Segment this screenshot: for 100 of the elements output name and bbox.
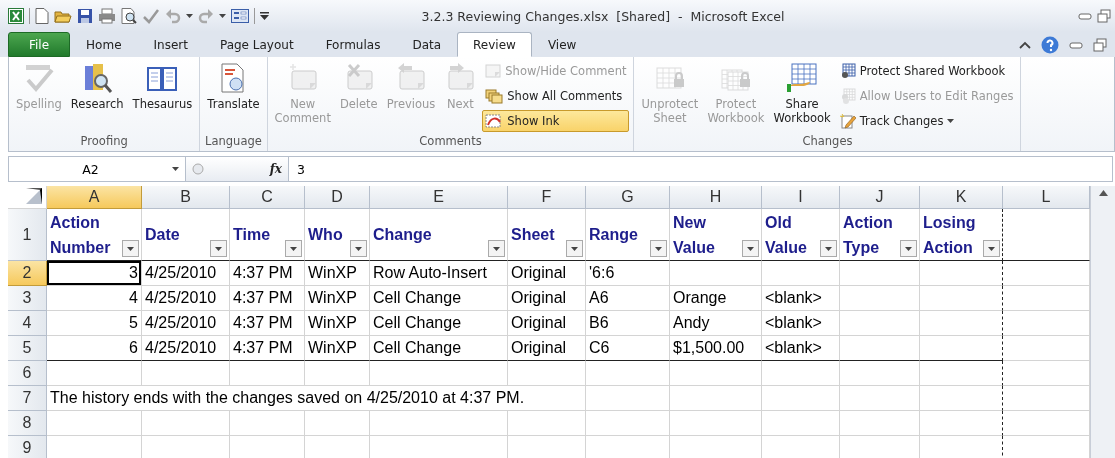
- table-cell: 3: [47, 261, 142, 286]
- row-header[interactable]: 2: [8, 261, 47, 286]
- row-header[interactable]: 8: [8, 411, 47, 436]
- column-header[interactable]: C: [230, 186, 305, 209]
- column-header[interactable]: K: [920, 186, 1003, 209]
- column-title: Change: [373, 225, 432, 245]
- column-header[interactable]: E: [370, 186, 508, 209]
- table-cell: Cell Change: [370, 311, 508, 336]
- new-page-icon[interactable]: [35, 8, 49, 24]
- ink-icon: [485, 113, 504, 129]
- table-cell: 6: [47, 336, 142, 361]
- grid-lock-icon: [839, 63, 856, 79]
- caret-icon: [215, 246, 222, 251]
- row-header[interactable]: 5: [8, 336, 47, 361]
- filter-button[interactable]: [900, 240, 917, 257]
- column-header[interactable]: A: [47, 186, 142, 209]
- form-icon[interactable]: [231, 9, 249, 23]
- table-cell: [305, 411, 370, 436]
- restore-icon[interactable]: [1093, 37, 1107, 52]
- row-header[interactable]: 6: [8, 361, 47, 386]
- ribbon-tab[interactable]: Data: [396, 32, 458, 57]
- table-cell: 4/25/2010: [142, 311, 230, 336]
- table-cell: WinXP: [305, 286, 370, 311]
- table-cell: 5: [47, 311, 142, 336]
- printer-icon[interactable]: [98, 8, 116, 24]
- grid-hand-icon: [786, 62, 819, 94]
- restore-icon[interactable]: [1097, 9, 1111, 23]
- print-preview-icon[interactable]: [121, 8, 137, 24]
- ribbon-tab[interactable]: Home: [70, 32, 138, 57]
- column-header[interactable]: H: [670, 186, 762, 209]
- ribbon-button[interactable]: Thesaurus: [129, 60, 196, 113]
- column-header[interactable]: J: [840, 186, 920, 209]
- check-icon[interactable]: [142, 8, 160, 24]
- table-cell: <blank>: [762, 286, 840, 311]
- column-header[interactable]: B: [142, 186, 230, 209]
- column-header[interactable]: G: [586, 186, 670, 209]
- ribbon-tab[interactable]: Insert: [137, 32, 204, 57]
- caret-icon: [988, 246, 995, 251]
- filter-button[interactable]: [820, 240, 837, 257]
- row-header[interactable]: 9: [8, 436, 47, 458]
- column-title: Range: [589, 225, 638, 245]
- column-header[interactable]: L: [1003, 186, 1090, 209]
- filter-button[interactable]: [488, 240, 505, 257]
- table-cell: 4/25/2010: [142, 261, 230, 286]
- row-header[interactable]: 3: [8, 286, 47, 311]
- ribbon-tab[interactable]: Formulas: [309, 32, 397, 57]
- ribbon-button[interactable]: Share Workbook: [770, 60, 834, 127]
- customize-caret-icon[interactable]: [260, 12, 269, 20]
- caret-icon: [355, 246, 362, 251]
- save-icon[interactable]: [77, 8, 93, 24]
- table-cell: B6: [586, 311, 670, 336]
- spreadsheet-app-icon[interactable]: [8, 8, 24, 24]
- caret-icon: [290, 246, 297, 251]
- table-cell: $1,500.00: [670, 336, 762, 361]
- table-cell: <blank>: [762, 336, 840, 361]
- caret-icon[interactable]: [219, 14, 226, 18]
- filter-button[interactable]: [566, 240, 583, 257]
- filter-button[interactable]: [210, 240, 227, 257]
- row-header[interactable]: 4: [8, 311, 47, 336]
- table-cell: Orange: [670, 286, 762, 311]
- table-cell: Original: [508, 336, 586, 361]
- caret-icon[interactable]: [186, 14, 193, 18]
- table-cell: '6:6: [586, 261, 670, 286]
- ribbon-tab[interactable]: View: [531, 32, 593, 57]
- filter-button[interactable]: [350, 240, 367, 257]
- table-cell: Original: [508, 261, 586, 286]
- collapse-ribbon-icon[interactable]: [1019, 40, 1031, 49]
- column-title: Sheet: [511, 225, 555, 245]
- caret-icon: [127, 246, 134, 251]
- ribbon-tab[interactable]: Page Layout: [203, 32, 310, 57]
- ribbon-button[interactable]: Research: [67, 60, 127, 113]
- column-header[interactable]: I: [762, 186, 840, 209]
- ribbon-button[interactable]: Translate: [204, 60, 263, 113]
- ribbon-button[interactable]: Track Changes: [836, 110, 1017, 132]
- minimize-icon[interactable]: [1069, 39, 1083, 50]
- caret-icon: [825, 246, 832, 251]
- table-cell: 4:37 PM: [230, 311, 305, 336]
- ribbon-button[interactable]: Show All Comments: [482, 85, 630, 107]
- minimize-icon[interactable]: [1078, 11, 1092, 21]
- filter-button[interactable]: [983, 240, 1000, 257]
- column-header[interactable]: D: [305, 186, 370, 209]
- folder-icon[interactable]: [54, 8, 72, 24]
- scroll-bar[interactable]: [1090, 186, 1115, 458]
- ribbon-button[interactable]: Show Ink: [482, 110, 630, 132]
- ribbon-button[interactable]: Protect Shared Workbook: [836, 60, 1017, 82]
- scroll-up-icon[interactable]: [1098, 190, 1108, 196]
- filter-button[interactable]: [650, 240, 667, 257]
- column-title: Date: [145, 225, 180, 245]
- row-header[interactable]: 7: [8, 386, 47, 411]
- ribbon-tab[interactable]: Review: [457, 32, 532, 57]
- note-icon: [485, 63, 502, 79]
- ribbon-tab[interactable]: File: [8, 32, 71, 57]
- help-icon[interactable]: [1041, 35, 1059, 54]
- column-header[interactable]: F: [508, 186, 586, 209]
- caret-icon: [571, 246, 578, 251]
- column-title: Old Value: [765, 212, 808, 258]
- filter-button[interactable]: [285, 240, 302, 257]
- row-header[interactable]: 1: [8, 209, 47, 261]
- filter-button[interactable]: [742, 240, 759, 257]
- filter-button[interactable]: [122, 240, 139, 257]
